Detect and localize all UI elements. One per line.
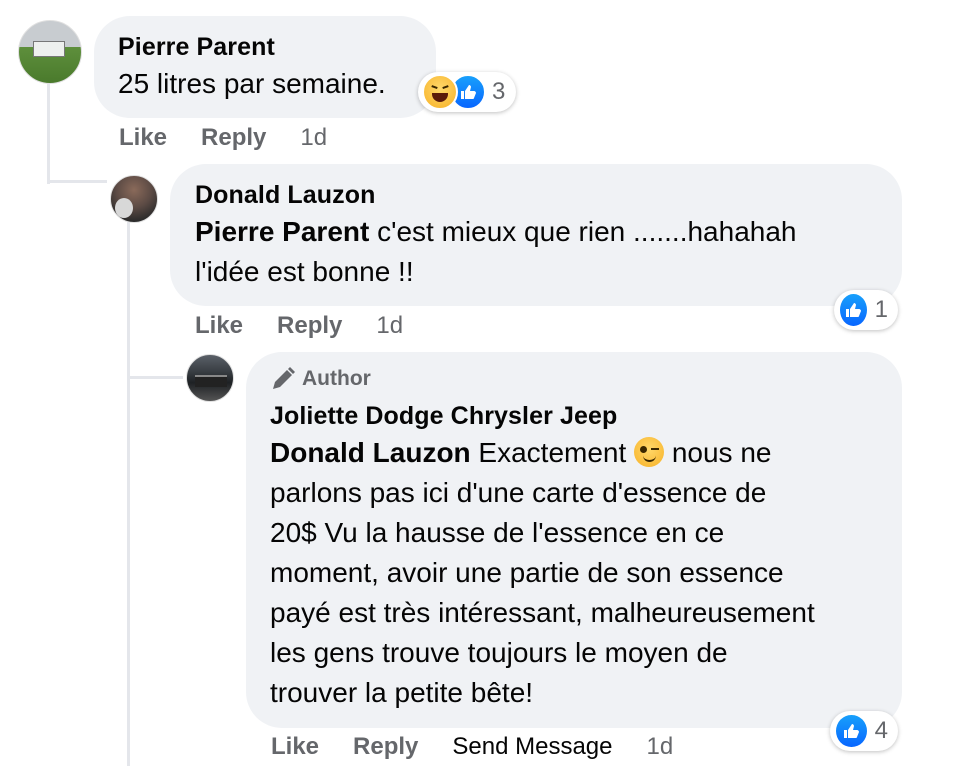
comment-text-part: moment, avoir une partie de son essence (270, 557, 784, 588)
comment-bubble: Pierre Parent 25 litres par semaine. (94, 16, 436, 118)
avatar-donald-lauzon[interactable] (110, 175, 158, 223)
comment-text-part: l'idée est bonne !! (195, 256, 414, 287)
comment-text-part: 20$ Vu la hausse de l'essence en ce (270, 517, 725, 548)
thread-line-level1 (47, 84, 50, 184)
laughing-face-icon (422, 74, 458, 110)
like-button[interactable]: Like (119, 124, 167, 152)
reaction-summary[interactable]: 4 (830, 711, 898, 751)
comment-actions: Like Reply 1d (119, 124, 361, 152)
reaction-count: 4 (874, 717, 888, 744)
comment-text-part: c'est mieux que rien .......hahahah (369, 216, 797, 247)
mention-link[interactable]: Pierre Parent (195, 216, 369, 247)
mention-link[interactable]: Donald Lauzon (270, 437, 471, 468)
send-message-button[interactable]: Send Message (452, 733, 612, 761)
comment-text-part: trouver la petite bête! (270, 677, 534, 708)
reaction-count: 3 (492, 78, 506, 105)
thread-line-level2 (127, 222, 130, 766)
author-badge-label: Author (302, 367, 371, 390)
thumbs-up-icon (838, 292, 869, 328)
comment-actions: Like Reply Send Message 1d (271, 733, 707, 761)
comment-actions: Like Reply 1d (195, 312, 437, 340)
comment-bubble: Donald Lauzon Pierre Parent c'est mieux … (170, 164, 902, 306)
comment-author[interactable]: Joliette Dodge Chrysler Jeep (270, 402, 617, 431)
reply-button[interactable]: Reply (353, 733, 418, 761)
thumbs-up-icon (834, 713, 869, 749)
comment-text-part: les gens trouve toujours le moyen de (270, 637, 728, 668)
avatar-pierre-parent[interactable] (18, 20, 82, 84)
author-badge: Author (270, 366, 371, 392)
comment-text-part: Exactement (470, 437, 635, 468)
comment-text-part: parlons pas ici d'une carte d'essence de (270, 477, 767, 508)
timestamp[interactable]: 1d (300, 124, 327, 152)
thread-connector-level2 (127, 376, 183, 379)
comment-text: Donald Lauzon Exactement nous ne parlons… (270, 433, 885, 713)
avatar-joliette-dodge[interactable] (186, 354, 234, 402)
reply-button[interactable]: Reply (201, 124, 266, 152)
comment-author[interactable]: Pierre Parent (118, 33, 275, 62)
winking-face-icon (634, 437, 665, 467)
thread-connector-level1 (47, 180, 107, 183)
comment-text: 25 litres par semaine. (118, 68, 386, 99)
reaction-summary[interactable]: 3 (418, 72, 516, 112)
comment-text-part: payé est très intéressant, malheureuseme… (270, 597, 815, 628)
reaction-count: 1 (874, 296, 888, 323)
timestamp[interactable]: 1d (376, 312, 403, 340)
reaction-summary[interactable]: 1 (834, 290, 898, 330)
comment-text-part: nous ne (664, 437, 772, 468)
like-button[interactable]: Like (195, 312, 243, 340)
like-button[interactable]: Like (271, 733, 319, 761)
comment-author[interactable]: Donald Lauzon (195, 181, 375, 210)
comment-bubble: Author Joliette Dodge Chrysler Jeep Dona… (246, 352, 902, 728)
timestamp[interactable]: 1d (647, 733, 674, 761)
pencil-icon (273, 367, 295, 389)
reply-button[interactable]: Reply (277, 312, 342, 340)
comment-text: Pierre Parent c'est mieux que rien .....… (195, 212, 885, 292)
